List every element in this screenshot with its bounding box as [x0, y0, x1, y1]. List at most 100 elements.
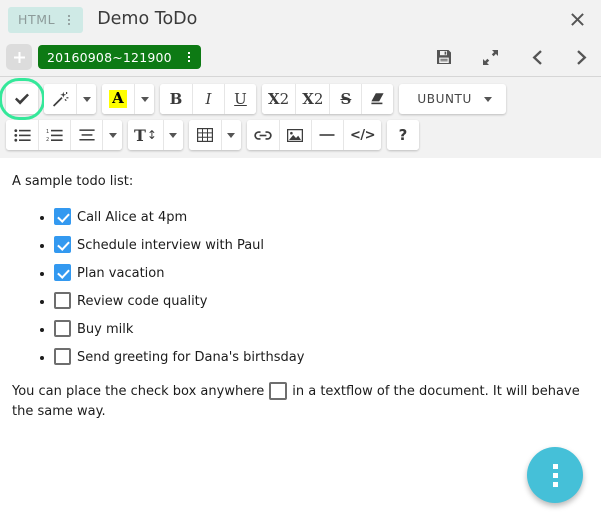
todo-label: Call Alice at 4pm: [77, 210, 187, 225]
expand-button[interactable]: [479, 46, 501, 68]
todo-checkbox[interactable]: [54, 292, 71, 309]
insert-checkbox-button[interactable]: [6, 84, 38, 114]
next-button[interactable]: [571, 46, 593, 68]
underline-button[interactable]: U: [224, 84, 256, 114]
numbered-list-icon: 1 2: [46, 129, 63, 142]
chevron-down-icon: [227, 133, 235, 138]
toolbar-row-1: A B I U X2: [6, 83, 595, 115]
clear-format-button[interactable]: [361, 84, 393, 114]
strikethrough-button[interactable]: S: [329, 84, 361, 114]
insert-link-button[interactable]: [247, 120, 279, 150]
more-actions-fab[interactable]: [527, 447, 583, 503]
inline-checkbox[interactable]: [269, 382, 287, 400]
window-header: HTML Demo ToDo 20160908~121900: [0, 0, 601, 76]
check-icon: [14, 93, 30, 106]
editor-window: HTML Demo ToDo 20160908~121900: [0, 0, 601, 521]
magic-wand-button[interactable]: [44, 84, 76, 114]
page-title: Demo ToDo: [97, 9, 197, 29]
vertical-dots-icon: [553, 473, 558, 478]
expand-arrows-icon: [482, 49, 499, 66]
doctype-badge[interactable]: HTML: [8, 7, 83, 33]
todo-checkbox[interactable]: [54, 264, 71, 281]
close-icon: [570, 12, 585, 27]
todo-checkbox[interactable]: [54, 320, 71, 337]
insert-image-button[interactable]: [279, 120, 311, 150]
help-button[interactable]: ?: [387, 120, 419, 150]
magic-wand-group: [44, 84, 96, 114]
bold-button[interactable]: B: [160, 84, 192, 114]
superscript-button[interactable]: X2: [262, 84, 295, 114]
line-height-arrows: ↕: [147, 128, 157, 142]
highlight-letter: A: [109, 90, 127, 108]
doctype-menu-icon[interactable]: [61, 10, 77, 30]
list-item: Send greeting for Dana's birthsday: [54, 348, 589, 368]
todo-checkbox[interactable]: [54, 348, 71, 365]
line-height-group: T↕: [128, 120, 183, 150]
insert-table-button[interactable]: [189, 120, 221, 150]
help-group: ?: [387, 120, 419, 150]
list-item: Call Alice at 4pm: [54, 208, 589, 228]
add-file-button[interactable]: [6, 44, 32, 70]
todo-label: Buy milk: [77, 322, 133, 337]
todo-label: Review code quality: [77, 294, 207, 309]
file-tab[interactable]: 20160908~121900: [38, 45, 201, 69]
align-button[interactable]: [70, 120, 102, 150]
vertical-dots-icon: [553, 482, 558, 487]
underline-label: U: [234, 90, 247, 108]
chevron-down-icon: [141, 97, 149, 102]
header-file-row: 20160908~121900: [0, 38, 601, 76]
chevron-down-icon: [484, 97, 492, 102]
subscript-button[interactable]: X2: [295, 84, 329, 114]
highlight-dropdown[interactable]: [134, 84, 154, 114]
eraser-icon: [370, 92, 385, 106]
floppy-disk-icon: [436, 49, 452, 65]
numbered-list-button[interactable]: 1 2: [38, 120, 70, 150]
table-icon: [197, 128, 213, 142]
intro-paragraph: A sample todo list:: [12, 172, 589, 192]
line-height-dropdown[interactable]: [163, 120, 183, 150]
horizontal-rule-button[interactable]: [311, 120, 343, 150]
todo-label: Schedule interview with Paul: [77, 238, 264, 253]
highlight-group: A: [102, 84, 154, 114]
source-code-button[interactable]: </>: [343, 120, 381, 150]
close-button[interactable]: [565, 7, 589, 31]
file-tab-label: 20160908~121900: [47, 50, 172, 65]
list-align-group: 1 2: [6, 120, 122, 150]
font-family-select[interactable]: UBUNTU: [403, 84, 502, 114]
todo-checkbox[interactable]: [54, 208, 71, 225]
magic-wand-dropdown[interactable]: [76, 84, 96, 114]
align-dropdown[interactable]: [102, 120, 122, 150]
file-tab-menu-icon[interactable]: [181, 47, 197, 67]
plus-icon: [13, 51, 26, 64]
bullet-list-button[interactable]: [6, 120, 38, 150]
todo-list: Call Alice at 4pm Schedule interview wit…: [12, 208, 589, 368]
chevron-down-icon: [83, 97, 91, 102]
italic-button[interactable]: I: [192, 84, 224, 114]
todo-checkbox[interactable]: [54, 236, 71, 253]
list-item: Plan vacation: [54, 264, 589, 284]
document-canvas[interactable]: A sample todo list: Call Alice at 4pm Sc…: [0, 158, 601, 521]
horizontal-rule-icon: [319, 133, 335, 137]
chevron-right-icon: [575, 49, 590, 66]
superscript-base: X: [268, 90, 280, 108]
table-dropdown[interactable]: [221, 120, 241, 150]
line-height-label: T: [134, 126, 146, 145]
chevron-down-icon: [169, 133, 177, 138]
text-highlight-button[interactable]: A: [102, 84, 134, 114]
source-code-label: </>: [350, 128, 375, 143]
script-group: X2 X2 S: [262, 84, 393, 114]
link-icon: [254, 130, 272, 141]
italic-label: I: [206, 90, 212, 108]
vertical-dots-icon: [553, 464, 558, 469]
insert-checkbox-group: [6, 84, 38, 114]
line-height-button[interactable]: T↕: [128, 120, 163, 150]
insert-group: </>: [247, 120, 381, 150]
previous-button[interactable]: [525, 46, 547, 68]
align-icon: [79, 129, 95, 141]
subscript-base: X: [302, 90, 314, 108]
chevron-left-icon: [529, 49, 544, 66]
save-button[interactable]: [433, 46, 455, 68]
font-family-value: UBUNTU: [417, 92, 472, 106]
strikethrough-label: S: [340, 90, 351, 108]
todo-label: Plan vacation: [77, 266, 164, 281]
